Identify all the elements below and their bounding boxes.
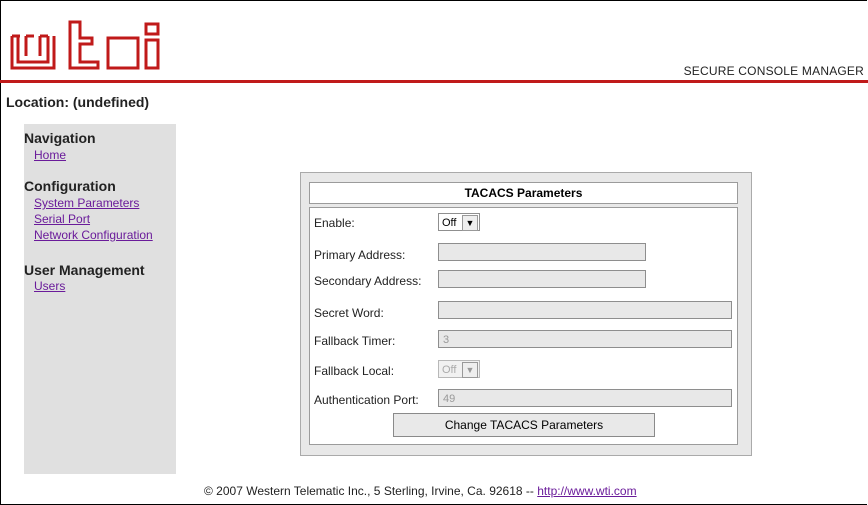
fallback-local-select[interactable]: Off ▼: [438, 360, 480, 378]
footer: © 2007 Western Telematic Inc., 5 Sterlin…: [204, 484, 637, 498]
authentication-port-input[interactable]: 49: [438, 389, 732, 407]
fallback-local-select-value: Off: [442, 364, 457, 376]
secondary-address-label: Secondary Address:: [314, 274, 422, 288]
product-name: SECURE CONSOLE MANAGER: [683, 64, 864, 78]
panel-body: Enable: Off ▼ Primary Address: Secondary…: [309, 207, 738, 445]
sidebar-link-system-parameters[interactable]: System Parameters: [34, 196, 139, 210]
panel-title: TACACS Parameters: [309, 182, 738, 204]
configuration-heading: Configuration: [24, 178, 116, 194]
footer-link[interactable]: http://www.wti.com: [537, 484, 636, 498]
navigation-heading: Navigation: [24, 130, 96, 146]
user-management-heading: User Management: [24, 262, 145, 278]
sidebar-link-serial-port[interactable]: Serial Port: [34, 212, 90, 226]
change-tacacs-parameters-button[interactable]: Change TACACS Parameters: [393, 413, 655, 437]
fallback-timer-label: Fallback Timer:: [314, 334, 396, 348]
primary-address-label: Primary Address:: [314, 248, 406, 262]
enable-select-value: Off: [442, 217, 457, 229]
tacacs-panel: TACACS Parameters Enable: Off ▼ Primary …: [300, 172, 752, 456]
chevron-down-icon: ▼: [462, 215, 478, 231]
header-rule: [0, 80, 868, 83]
fallback-local-label: Fallback Local:: [314, 364, 395, 378]
sidebar-link-home[interactable]: Home: [34, 148, 66, 162]
secondary-address-input[interactable]: [438, 270, 646, 288]
authentication-port-label: Authentication Port:: [314, 393, 419, 407]
wti-logo: [10, 20, 160, 70]
secret-word-label: Secret Word:: [314, 306, 384, 320]
location-label: Location: (undefined): [6, 94, 150, 110]
secret-word-input[interactable]: [438, 301, 732, 319]
enable-label: Enable:: [314, 216, 355, 230]
primary-address-input[interactable]: [438, 243, 646, 261]
footer-text: © 2007 Western Telematic Inc., 5 Sterlin…: [204, 484, 538, 498]
fallback-timer-input[interactable]: 3: [438, 330, 732, 348]
sidebar-link-users[interactable]: Users: [34, 279, 65, 293]
sidebar: Navigation Home Configuration System Par…: [24, 124, 176, 474]
enable-select[interactable]: Off ▼: [438, 213, 480, 231]
sidebar-link-network-configuration[interactable]: Network Configuration: [34, 228, 153, 242]
chevron-down-icon: ▼: [462, 362, 478, 378]
